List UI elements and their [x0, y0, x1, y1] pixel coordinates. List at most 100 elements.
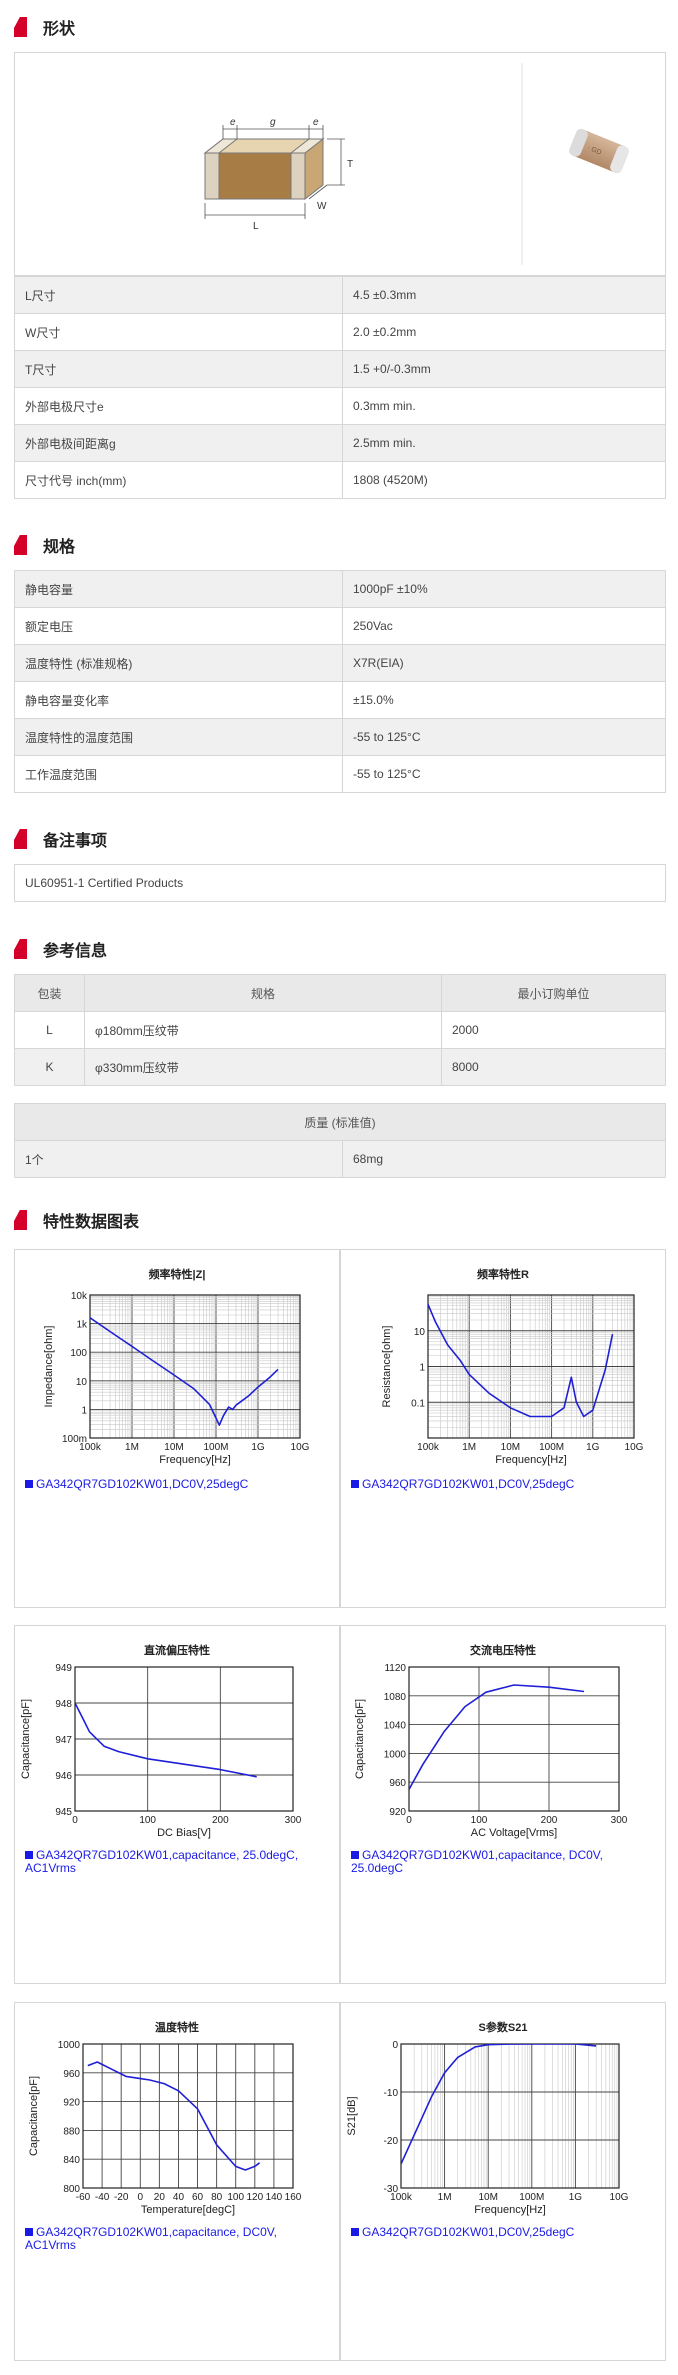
dimension-row: W尺寸 2.0 ±0.2mm [14, 313, 666, 351]
y-tick-label: 960 [63, 2069, 80, 2080]
x-tick-label: 200 [541, 1815, 558, 1826]
x-tick-label: -20 [114, 2192, 129, 2203]
legend-label: GA342QR7GD102KW01,capacitance, DC0V, 25.… [351, 1848, 604, 1875]
chip-drawing: e g e T W L [203, 117, 353, 232]
y-tick-label: 947 [55, 1735, 72, 1746]
legend-swatch-icon [351, 1480, 359, 1488]
dimension-row: 外部电极间距离g 2.5mm min. [14, 424, 666, 462]
y-tick-label: 920 [389, 1807, 406, 1818]
y-axis-label: Impedance[ohm] [43, 1326, 55, 1408]
legend-label: GA342QR7GD102KW01,DC0V,25degC [362, 2225, 575, 2239]
legend-swatch-icon [351, 1851, 359, 1859]
y-tick-label: 1000 [384, 1749, 407, 1760]
table-row: L φ180mm压纹带 2000 [14, 1011, 666, 1049]
chart-grid [74, 1666, 294, 1812]
x-axis-label: Frequency[Hz] [474, 2204, 546, 2216]
x-tick-label: 100 [139, 1815, 156, 1826]
y-tick-label: 1k [76, 1320, 88, 1331]
property-value: 0.3mm min. [342, 387, 666, 425]
y-tick-label: -30 [384, 2184, 399, 2195]
spec-row: 工作温度范围 -55 to 125°C [14, 755, 666, 793]
spec-row: 温度特性的温度范围 -55 to 125°C [14, 718, 666, 756]
property-value: X7R(EIA) [342, 644, 666, 682]
property-name: 额定电压 [14, 607, 343, 645]
y-tick-label: 949 [55, 1663, 72, 1674]
charts-section-header: 特性数据图表 [14, 1207, 139, 1233]
y-tick-label: 1040 [384, 1721, 407, 1732]
y-tick-label: 10 [414, 1327, 426, 1338]
x-axis-label: DC Bias[V] [157, 1827, 211, 1839]
property-name: 外部电极间距离g [14, 424, 343, 462]
series-line [87, 2061, 261, 2171]
property-value: ±15.0% [342, 681, 666, 719]
y-tick-label: 920 [63, 2098, 80, 2109]
spec-table: 静电容量 1000pF ±10% 额定电压 250Vac 温度特性 (标准规格) X7R(… [14, 570, 666, 793]
property-name: 静电容量 [14, 570, 343, 608]
section-title: 特性数据图表 [43, 1214, 140, 1231]
y-tick-label: 945 [55, 1807, 72, 1818]
y-axis-label: Capacitance[pF] [28, 2076, 40, 2156]
spec-row: 静电容量变化率 ±15.0% [14, 681, 666, 719]
packaging-spec: φ330mm压纹带 [84, 1048, 442, 1086]
dim-label-e-left: e [230, 117, 236, 128]
ref-section-header: 参考信息 [14, 936, 107, 962]
chart-svg: 频率特性R 100k 1M 10M 100M 1G 10G 0.1 1 10 Frequency[H… [381, 1267, 644, 1466]
property-name: L尺寸 [14, 276, 343, 314]
dim-label-w: W [317, 201, 327, 212]
x-tick-label: 100k [417, 1442, 440, 1453]
x-tick-label: 10G [625, 1442, 644, 1453]
legend-swatch-icon [25, 1851, 33, 1859]
y-tick-label: -20 [384, 2136, 399, 2147]
y-tick-label: 1080 [384, 1692, 407, 1703]
y-tick-label: 100 [70, 1348, 87, 1359]
series-line [75, 1702, 257, 1778]
x-tick-label: 140 [266, 2192, 283, 2203]
mass-unit: 1个 [14, 1140, 343, 1178]
x-tick-label: 100M [539, 1442, 564, 1453]
chart-card: 直流偏压特性 0 100 200 300 945 946 947 948 949 DC Bias[V… [14, 1625, 340, 1984]
property-value: -55 to 125°C [342, 755, 666, 793]
chart-card: 频率特性|Z| 100k 1M 10M 100M 1G 10G 100m 1 10 100 1k 10k… [14, 1249, 340, 1608]
section-marker-icon [14, 535, 27, 555]
x-tick-label: 120 [246, 2192, 263, 2203]
y-tick-label: 840 [63, 2155, 80, 2166]
property-value: 2.5mm min. [342, 424, 666, 462]
chip-dimension-diagram: e g e T W L · GD [203, 63, 629, 265]
dimension-row: T尺寸 1.5 +0/-0.3mm [14, 350, 666, 388]
chart-svg: S参数S21100k 1M 10M 100M 1G 10G-30-20-100Freque… [346, 2020, 629, 2216]
dimension-row: 尺寸代号 inch(mm) 1808 (4520M) [14, 461, 666, 499]
spec-row: 额定电压 250Vac [14, 607, 666, 645]
chart-title: 频率特性R [477, 1267, 529, 1281]
property-value: -55 to 125°C [342, 718, 666, 756]
y-tick-label: 960 [389, 1778, 406, 1789]
col-header-packaging: 包装 [14, 974, 85, 1012]
chart-grid [89, 1294, 301, 1439]
packaging-table: 包装 规格 最小订购单位 L φ180mm压纹带 2000 K φ330mm压纹… [14, 974, 666, 1086]
property-name: 尺寸代号 inch(mm) [14, 461, 343, 499]
x-tick-label: 60 [192, 2192, 204, 2203]
chart-title: 频率特性|Z| [149, 1267, 206, 1281]
chart-card: S参数S21 100k 1M 10M 100M 1G 10G -30 -20 -10 0 Freque… [340, 2002, 666, 2361]
y-axis-label: Capacitance[pF] [354, 1699, 366, 1779]
x-tick-label: 40 [173, 2192, 185, 2203]
chart-legend: GA342QR7GD102KW01,DC0V,25degC [25, 1478, 325, 1491]
x-tick-label: 0 [72, 1815, 78, 1826]
x-tick-label: 100M [203, 1442, 228, 1453]
x-axis-label: Frequency[Hz] [159, 1454, 231, 1466]
property-name: 静电容量变化率 [14, 681, 343, 719]
legend-label: GA342QR7GD102KW01,DC0V,25degC [36, 1477, 249, 1491]
chart-legend: GA342QR7GD102KW01,capacitance, DC0V, 25.… [351, 1849, 651, 1875]
y-axis-label: Capacitance[pF] [20, 1699, 32, 1779]
notes-text: UL60951-1 Certified Products [14, 864, 666, 902]
shape-figure-panel: e g e T W L · GD [14, 52, 666, 276]
mass-value: 68mg [342, 1140, 666, 1178]
y-tick-label: 1 [419, 1363, 425, 1374]
x-axis-label: Temperature[degC] [141, 2204, 235, 2216]
chart-svg: 交流电压特性 0 100 200 300 920 960 1000 1040 1080 1120 AC… [354, 1643, 628, 1839]
x-tick-label: 10G [610, 2192, 629, 2203]
property-value: 1000pF ±10% [342, 570, 666, 608]
property-value: 1.5 +0/-0.3mm [342, 350, 666, 388]
section-marker-icon [14, 17, 27, 37]
chart-legend: GA342QR7GD102KW01,DC0V,25degC [351, 2226, 651, 2239]
x-tick-label: 100 [227, 2192, 244, 2203]
